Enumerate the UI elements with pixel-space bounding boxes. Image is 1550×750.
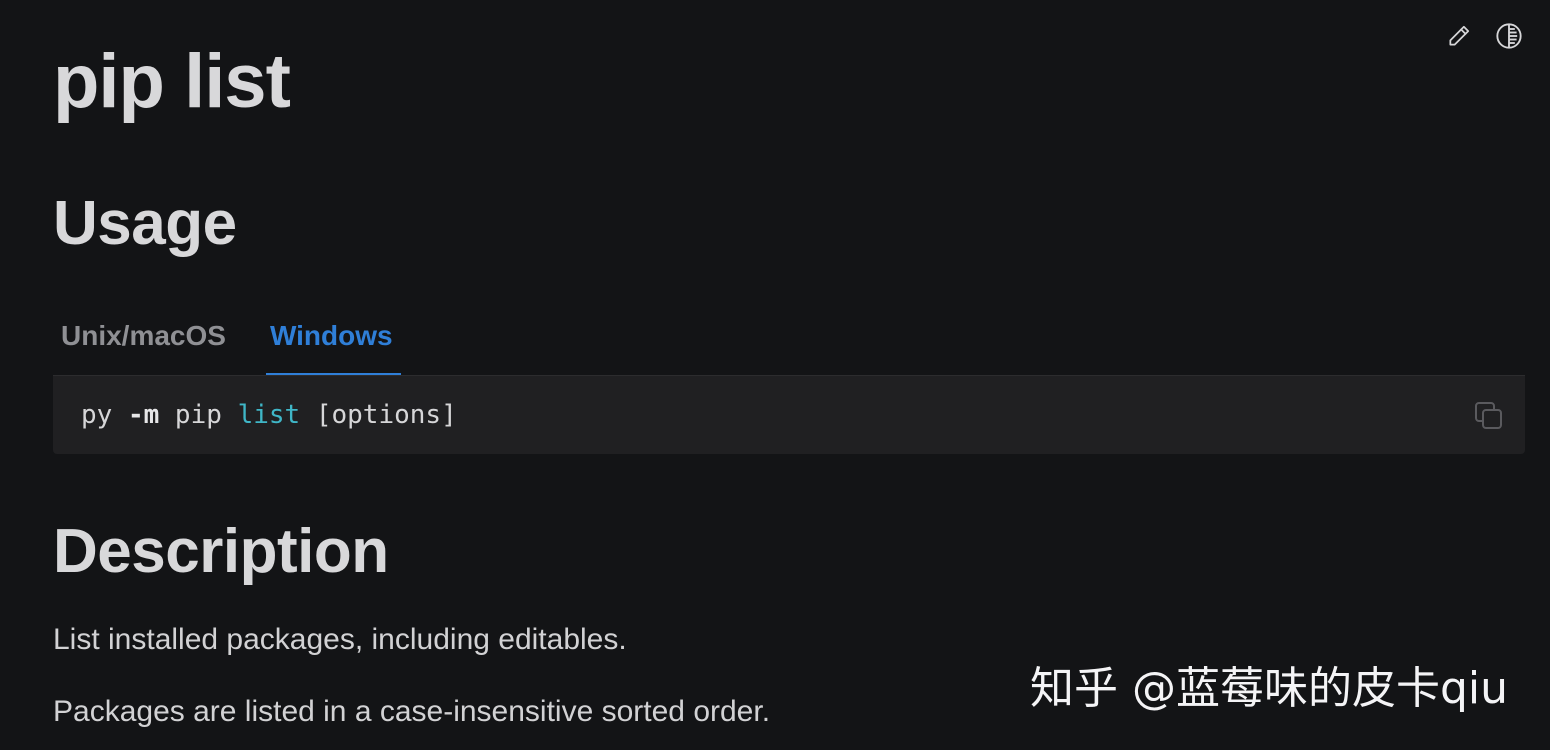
code-flag: -m bbox=[127, 400, 160, 430]
code-keyword: list bbox=[237, 400, 301, 430]
code-line: py -m pip list [options] bbox=[81, 400, 457, 430]
description-heading: Description bbox=[53, 517, 389, 586]
watermark: 知乎 @蓝莓味的皮卡qiu bbox=[1029, 663, 1508, 714]
usage-heading: Usage bbox=[53, 189, 237, 258]
tab-windows[interactable]: Windows bbox=[262, 304, 401, 376]
page: pip list Usage Unix/macOS Windows py -m … bbox=[0, 0, 1550, 750]
code-block: py -m pip list [options] bbox=[53, 375, 1525, 454]
tab-unix-macos[interactable]: Unix/macOS bbox=[53, 304, 234, 376]
copy-button[interactable] bbox=[1473, 400, 1505, 432]
code-cmd: py bbox=[81, 400, 128, 430]
page-title: pip list bbox=[53, 39, 291, 124]
os-tabs: Unix/macOS Windows bbox=[53, 304, 1525, 376]
code-pip: pip bbox=[159, 400, 238, 430]
code-args: [options] bbox=[300, 400, 457, 430]
copy-icon bbox=[1473, 402, 1505, 436]
theme-toggle-icon bbox=[1495, 22, 1523, 50]
pencil-icon bbox=[1446, 23, 1472, 49]
edit-button[interactable] bbox=[1445, 22, 1473, 50]
top-actions bbox=[1445, 22, 1523, 50]
description-paragraph-1: List installed packages, including edita… bbox=[53, 623, 627, 656]
description-paragraph-2: Packages are listed in a case-insensitiv… bbox=[53, 695, 771, 728]
theme-toggle-button[interactable] bbox=[1495, 22, 1523, 50]
